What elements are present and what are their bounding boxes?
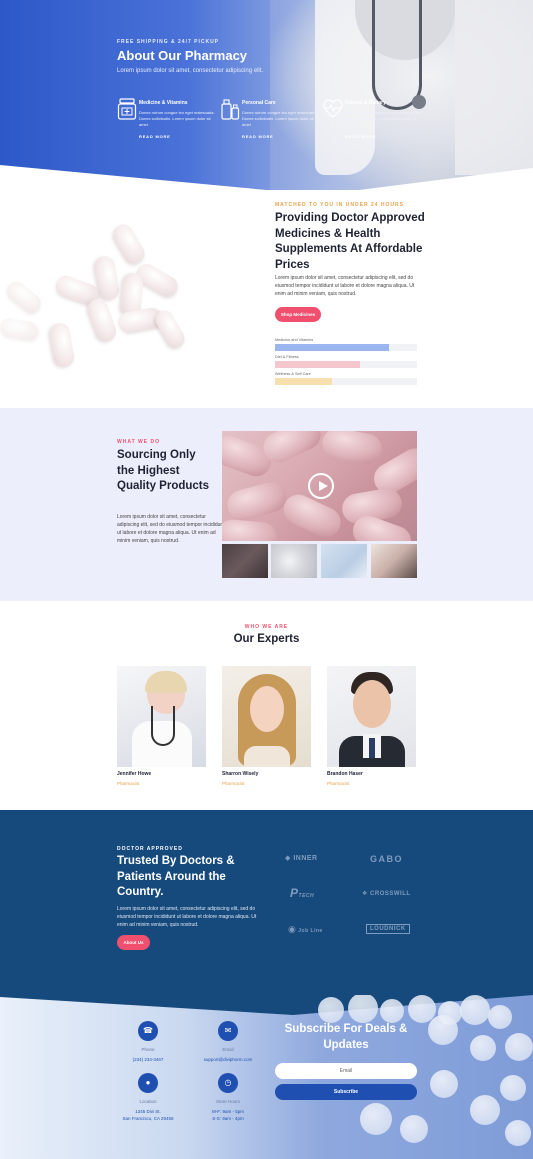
logo-text: CROSSWILL xyxy=(370,891,411,897)
bar-fill xyxy=(275,344,389,351)
expert-role: Pharmacist xyxy=(327,781,350,786)
sourcing-section: WHAT WE DO Sourcing Only the Highest Qua… xyxy=(0,408,533,601)
logo-text: INNER xyxy=(293,855,318,862)
expert-name: Jennifer Howe xyxy=(117,771,152,777)
providing-title: Providing Doctor Approved Medicines & He… xyxy=(275,212,425,271)
feature-fitness: Fitness & Dietary Donec rutrum congue le… xyxy=(323,98,423,143)
hero-section: FREE SHIPPING & 24/7 PICKUP About Our Ph… xyxy=(0,0,533,190)
bar-label: Wellness & Self Care xyxy=(275,372,311,376)
feature-medicine: Medicine & Vitamins Donec rutrum congue … xyxy=(117,98,217,143)
clock-icon: ◷ xyxy=(218,1073,238,1093)
experts-eyebrow: WHO WE ARE xyxy=(244,624,289,630)
feature-personal-care: Personal Care Donec rutrum congue leo eg… xyxy=(220,98,320,143)
contact-value: M-F: 9am - 5pm S-S: 9am - 4pm xyxy=(211,1109,244,1121)
progress-bar-medicine xyxy=(275,344,417,351)
partner-logo-jobline: ◉ Job Line xyxy=(288,924,323,934)
contact-section: ☎ Phone (234) 234-3467 ✉ Email support@d… xyxy=(0,995,533,1159)
subscribe-button[interactable]: Subscribe xyxy=(275,1084,417,1100)
feature-desc: Donec rutrum congue leo eget malesuada. … xyxy=(139,110,215,127)
gallery-thumb[interactable] xyxy=(271,544,317,578)
experts-title: Our Experts xyxy=(233,633,300,645)
partner-logo-inner: ◆ INNER xyxy=(285,855,318,862)
contact-label: Phone xyxy=(141,1047,155,1052)
hero-subtitle: Lorem ipsum dolor sit amet, consectetur … xyxy=(117,68,264,74)
hero-eyebrow: FREE SHIPPING & 24/7 PICKUP xyxy=(117,39,220,45)
expert-name: Brandon Haser xyxy=(327,771,363,777)
sourcing-eyebrow: WHAT WE DO xyxy=(117,439,160,445)
trusted-title: Trusted By Doctors & Patients Around the… xyxy=(117,855,235,898)
subscribe-title: Subscribe For Deals & Updates xyxy=(284,1023,408,1051)
doctor-coat-right xyxy=(455,0,533,175)
sourcing-body: Lorem ipsum dolor sit amet, consectetur … xyxy=(117,514,225,544)
bar-fill xyxy=(275,378,332,385)
location-icon: ● xyxy=(138,1073,158,1093)
heart-pulse-icon xyxy=(323,99,343,118)
expert-photo xyxy=(222,666,311,767)
read-more-link[interactable]: READ MORE xyxy=(345,134,377,139)
partner-logo-crosswill: ❖ CROSSWILL xyxy=(362,891,411,897)
providing-body: Lorem ipsum dolor sit amet, consectetur … xyxy=(275,275,415,297)
email-icon: ✉ xyxy=(218,1021,238,1041)
bar-label: Diet & Fitness xyxy=(275,355,299,359)
play-icon xyxy=(319,481,328,491)
read-more-link[interactable]: READ MORE xyxy=(242,134,274,139)
contact-label: Store Hours xyxy=(215,1099,240,1104)
expert-photo xyxy=(117,666,206,767)
logo-text: Job Line xyxy=(298,928,323,934)
partner-logo-tech: PTECH xyxy=(290,886,315,900)
contact-value[interactable]: (234) 234-3467 xyxy=(108,1056,188,1063)
partner-logo-loudnick: LOUDNICK xyxy=(366,924,410,934)
sourcing-title: Sourcing Only the Highest Quality Produc… xyxy=(117,449,210,492)
pills-image xyxy=(0,210,200,390)
play-button[interactable] xyxy=(308,473,334,499)
stethoscope-icon xyxy=(372,0,422,110)
medicine-bottle-icon xyxy=(117,98,137,120)
feature-title: Fitness & Dietary xyxy=(345,100,386,106)
phone-icon: ☎ xyxy=(138,1021,158,1041)
feature-desc: Donec rutrum congue leo eget malesuada. … xyxy=(242,110,318,127)
logo-text: TECH xyxy=(298,893,315,899)
hero-title: About Our Pharmacy xyxy=(117,48,248,63)
expert-role: Pharmacist xyxy=(222,781,245,786)
contact-label: Location xyxy=(139,1099,157,1104)
trusted-eyebrow: DOCTOR APPROVED xyxy=(117,846,183,852)
supplement-bottles-icon xyxy=(221,99,240,120)
shop-medicines-button[interactable]: Shop Medicines xyxy=(275,307,321,322)
bar-fill xyxy=(275,361,361,368)
contact-value: 1345 Divi St. San Francisco, CA 29456 xyxy=(122,1109,174,1121)
progress-bar-wellness xyxy=(275,378,417,385)
feature-title: Personal Care xyxy=(242,100,276,106)
gallery-thumb[interactable] xyxy=(222,544,268,578)
email-field[interactable]: Email xyxy=(275,1063,417,1079)
contact-label: Email xyxy=(222,1047,234,1052)
progress-bar-diet xyxy=(275,361,417,368)
gallery-thumb[interactable] xyxy=(321,544,367,578)
feature-title: Medicine & Vitamins xyxy=(139,100,188,106)
gallery-thumb[interactable] xyxy=(371,544,417,578)
video-player[interactable] xyxy=(222,431,417,541)
providing-eyebrow: MATCHED TO YOU IN UNDER 24 HOURS xyxy=(275,202,404,208)
expert-name: Sharron Wisely xyxy=(222,771,259,777)
expert-role: Pharmacist xyxy=(117,781,140,786)
read-more-link[interactable]: READ MORE xyxy=(139,134,171,139)
trusted-body: Lorem ipsum dolor sit amet, consectetur … xyxy=(117,906,257,928)
feature-desc: Donec rutrum congue leo eget malesuada. … xyxy=(345,110,421,127)
partner-logo-gabo: GABO xyxy=(370,854,403,864)
about-us-button[interactable]: About Us xyxy=(117,935,150,950)
contact-value[interactable]: support@diviphorm.com xyxy=(188,1056,268,1063)
expert-photo xyxy=(327,666,416,767)
providing-section: MATCHED TO YOU IN UNDER 24 HOURS Providi… xyxy=(0,190,533,408)
bar-label: Medicine and Vitamins xyxy=(275,338,314,342)
trusted-section: DOCTOR APPROVED Trusted By Doctors & Pat… xyxy=(0,810,533,1005)
experts-section: WHO WE ARE Our Experts Jennifer Howe Pha… xyxy=(0,601,533,810)
